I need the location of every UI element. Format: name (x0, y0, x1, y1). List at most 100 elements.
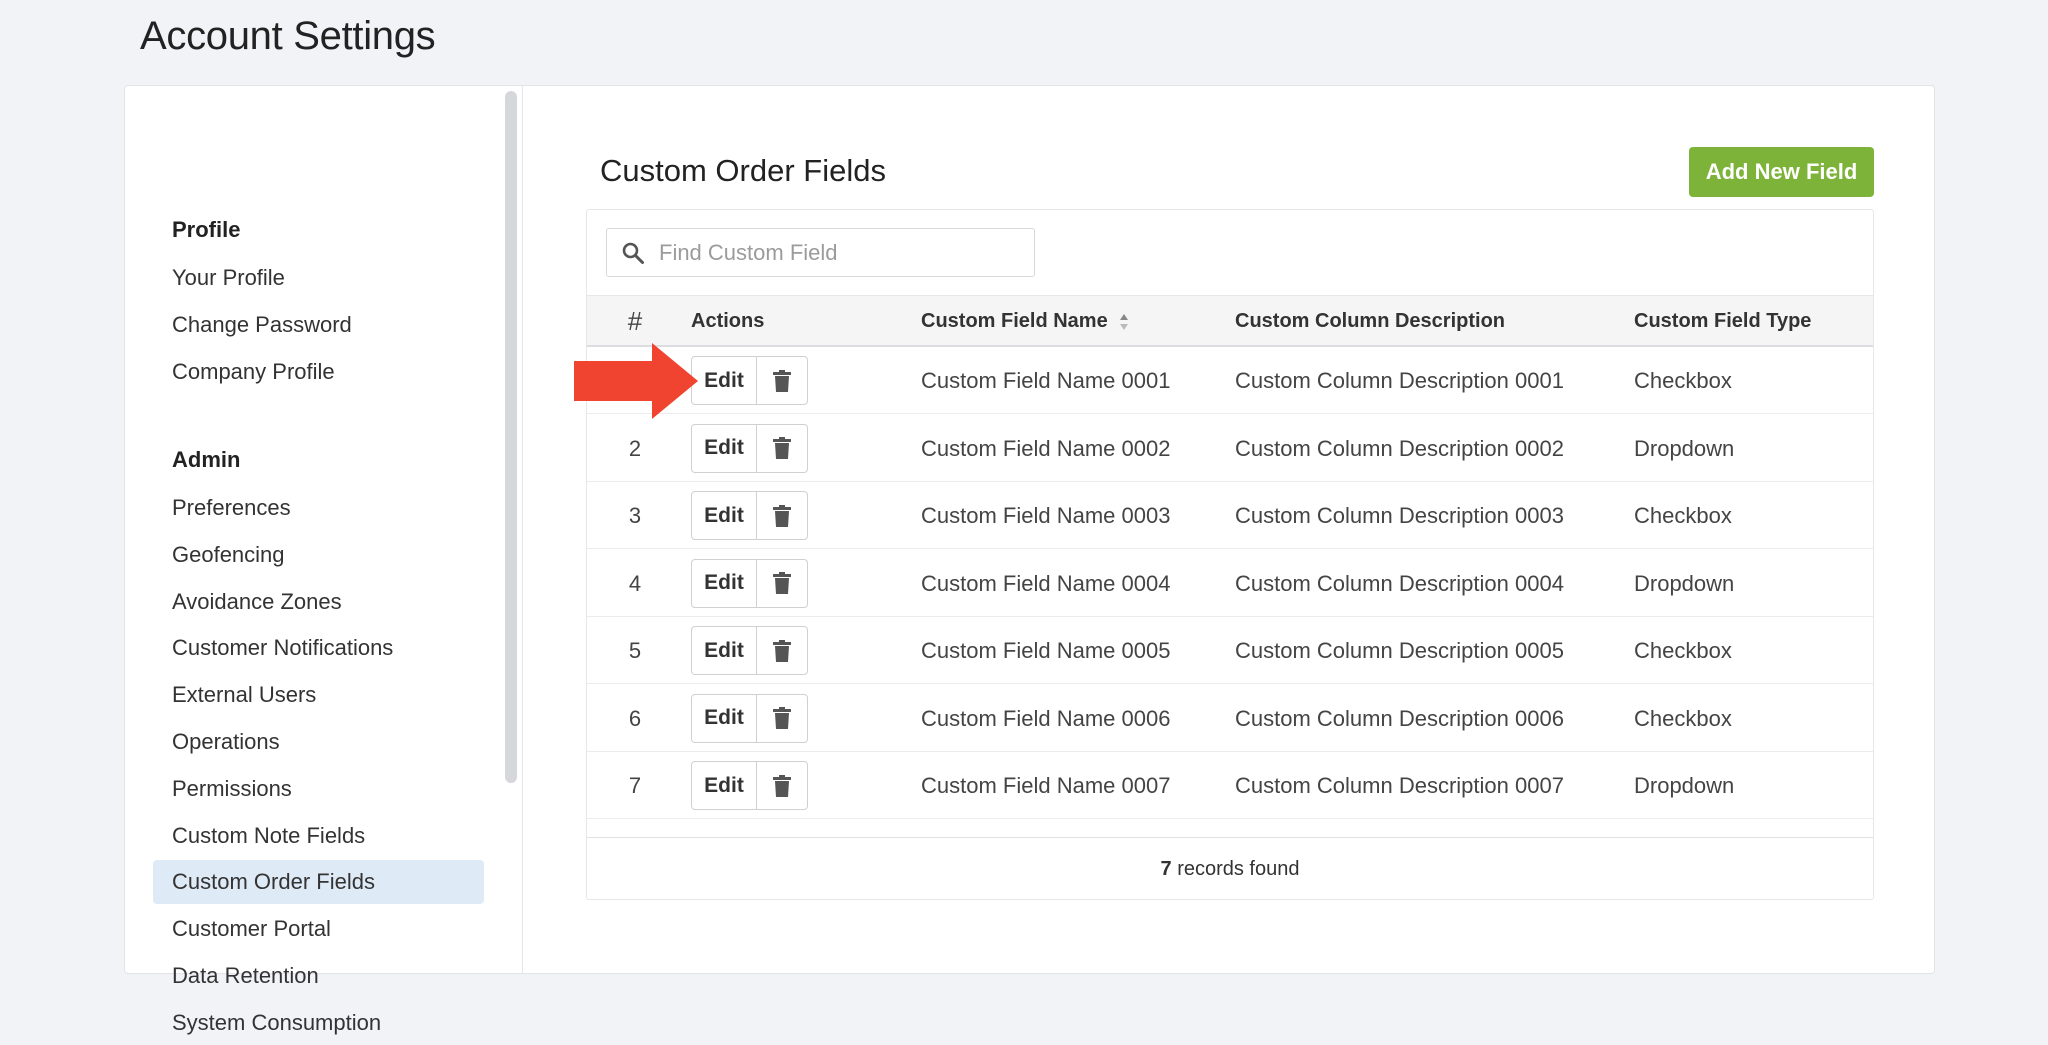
field-name-cell: Custom Field Name 0006 (921, 705, 1171, 731)
table-row: 2 Edit Custom Field Name 0002 Custom Col… (587, 415, 1873, 482)
sidebar-item-permissions[interactable]: Permissions (153, 767, 484, 811)
sidebar-item-company-profile[interactable]: Company Profile (153, 350, 484, 394)
records-count-text: records found (1177, 858, 1300, 880)
col-header-actions: Actions (691, 310, 765, 332)
row-number: 4 (628, 570, 642, 596)
table-row: 7 Edit Custom Field Name 0007 Custom Col… (587, 752, 1873, 819)
row-actions: Edit (691, 558, 808, 608)
row-actions: Edit (691, 626, 808, 675)
edit-button[interactable]: Edit (692, 762, 757, 809)
field-type-cell: Checkbox (1634, 368, 1732, 393)
edit-button[interactable]: Edit (692, 357, 757, 404)
field-type-cell: Checkbox (1634, 638, 1732, 663)
sidebar-item-external-users[interactable]: External Users (153, 673, 484, 717)
trash-icon (773, 369, 791, 392)
field-name-cell: Custom Field Name 0004 (921, 570, 1171, 596)
settings-sidebar: Profile Your Profile Change Password Compan… (125, 86, 523, 1035)
sidebar-item-your-profile[interactable]: Your Profile (153, 256, 484, 300)
add-new-field-button[interactable]: Add New Field (1689, 147, 1874, 197)
field-type-cell: Dropdown (1634, 570, 1735, 596)
trash-icon (773, 774, 791, 797)
row-number: 2 (628, 435, 642, 461)
sidebar-item-custom-order-fields[interactable]: Custom Order Fields (153, 860, 484, 905)
delete-button[interactable] (757, 357, 807, 404)
custom-fields-table: # Actions Custom Field Name Custom Colum… (586, 209, 1874, 900)
field-type-cell: Checkbox (1634, 503, 1732, 528)
main-content: Custom Order Fields Add New Field # Acti… (524, 86, 1934, 973)
sidebar-item-customer-notifications[interactable]: Customer Notifications (153, 626, 484, 670)
delete-button[interactable] (757, 560, 807, 607)
sidebar-section-title: Profile (172, 217, 241, 242)
row-actions: Edit (691, 761, 808, 810)
trash-icon (773, 437, 791, 459)
delete-button[interactable] (757, 762, 807, 809)
table-row: 4 Edit Custom Field Name 0004 Custom Col… (587, 550, 1873, 617)
row-number: 5 (628, 638, 642, 663)
field-name-cell: Custom Field Name 0002 (921, 435, 1171, 461)
records-count-number: 7 (1160, 858, 1172, 880)
sidebar-item-preferences[interactable]: Preferences (153, 486, 484, 530)
field-name-cell: Custom Field Name 0003 (921, 503, 1171, 528)
field-type-cell: Checkbox (1634, 705, 1732, 731)
description-cell: Custom Column Description 0003 (1235, 503, 1564, 528)
sort-icon[interactable] (1119, 313, 1129, 331)
sidebar-item-data-retention[interactable]: Data Retention (153, 954, 484, 998)
field-name-cell: Custom Field Name 0007 (921, 773, 1171, 798)
delete-button[interactable] (757, 627, 807, 674)
edit-button[interactable]: Edit (692, 627, 757, 674)
description-cell: Custom Column Description 0006 (1235, 705, 1564, 731)
description-cell: Custom Column Description 0002 (1235, 435, 1564, 461)
description-cell: Custom Column Description 0004 (1235, 570, 1564, 596)
edit-button[interactable]: Edit (692, 694, 757, 742)
search-box (606, 228, 1035, 277)
description-cell: Custom Column Description 0007 (1235, 773, 1564, 798)
sidebar-item-avoidance-zones[interactable]: Avoidance Zones (153, 580, 484, 624)
edit-button[interactable]: Edit (692, 492, 757, 539)
table-header: # Actions Custom Field Name Custom Colum… (587, 295, 1873, 347)
trash-icon (773, 707, 791, 729)
settings-card: Profile Your Profile Change Password Compan… (124, 85, 1935, 1035)
row-number: 3 (628, 503, 642, 528)
page-title: Account Settings (140, 14, 436, 58)
search-input[interactable] (659, 229, 1029, 276)
search-icon (622, 242, 644, 264)
delete-button[interactable] (757, 492, 807, 539)
trash-icon (773, 639, 791, 662)
description-cell: Custom Column Description 0001 (1235, 368, 1564, 393)
field-name-cell: Custom Field Name 0005 (921, 638, 1171, 663)
sidebar-scrollbar[interactable] (505, 91, 517, 783)
delete-button[interactable] (757, 695, 807, 742)
sidebar-item-geofencing[interactable]: Geofencing (153, 533, 484, 577)
field-name-cell: Custom Field Name 0001 (921, 368, 1171, 393)
table-row: 3 Edit Custom Field Name 0003 Custom Col… (587, 482, 1873, 549)
arrow-right-icon (574, 343, 698, 419)
row-actions: Edit (691, 491, 808, 540)
row-actions: Edit (691, 423, 808, 473)
sidebar-section-title: Admin (172, 447, 241, 472)
sidebar-item-system-consumption[interactable]: System Consumption (153, 1001, 484, 1045)
trash-icon (773, 504, 791, 527)
sidebar-item-operations[interactable]: Operations (153, 720, 484, 764)
trash-icon (773, 572, 791, 594)
delete-button[interactable] (757, 425, 807, 472)
table-row: 5 Edit Custom Field Name 0005 Custom Col… (587, 617, 1873, 684)
description-cell: Custom Column Description 0005 (1235, 638, 1564, 663)
row-actions: Edit (691, 356, 808, 405)
col-header-type: Custom Field Type (1634, 310, 1812, 332)
sidebar-item-customer-portal[interactable]: Customer Portal (153, 907, 484, 951)
edit-button[interactable]: Edit (692, 424, 757, 472)
col-header-number: # (627, 306, 643, 336)
edit-button[interactable]: Edit (692, 559, 757, 607)
table-row: 6 Edit Custom Field Name 0006 Custom Col… (587, 685, 1873, 752)
col-header-description: Custom Column Description (1235, 310, 1506, 332)
field-type-cell: Dropdown (1634, 435, 1735, 461)
section-title: Custom Order Fields (600, 153, 886, 188)
row-actions: Edit (691, 693, 808, 743)
sidebar-item-change-password[interactable]: Change Password (153, 303, 484, 347)
row-number: 6 (628, 705, 642, 731)
row-number: 7 (628, 773, 642, 798)
col-header-field-name[interactable]: Custom Field Name (921, 296, 1129, 346)
col-header-field-name-label: Custom Field Name (921, 310, 1108, 332)
table-row: 1 Edit Custom Field Name 0001 Custom Col… (587, 347, 1873, 414)
sidebar-item-custom-note-fields[interactable]: Custom Note Fields (153, 814, 484, 858)
